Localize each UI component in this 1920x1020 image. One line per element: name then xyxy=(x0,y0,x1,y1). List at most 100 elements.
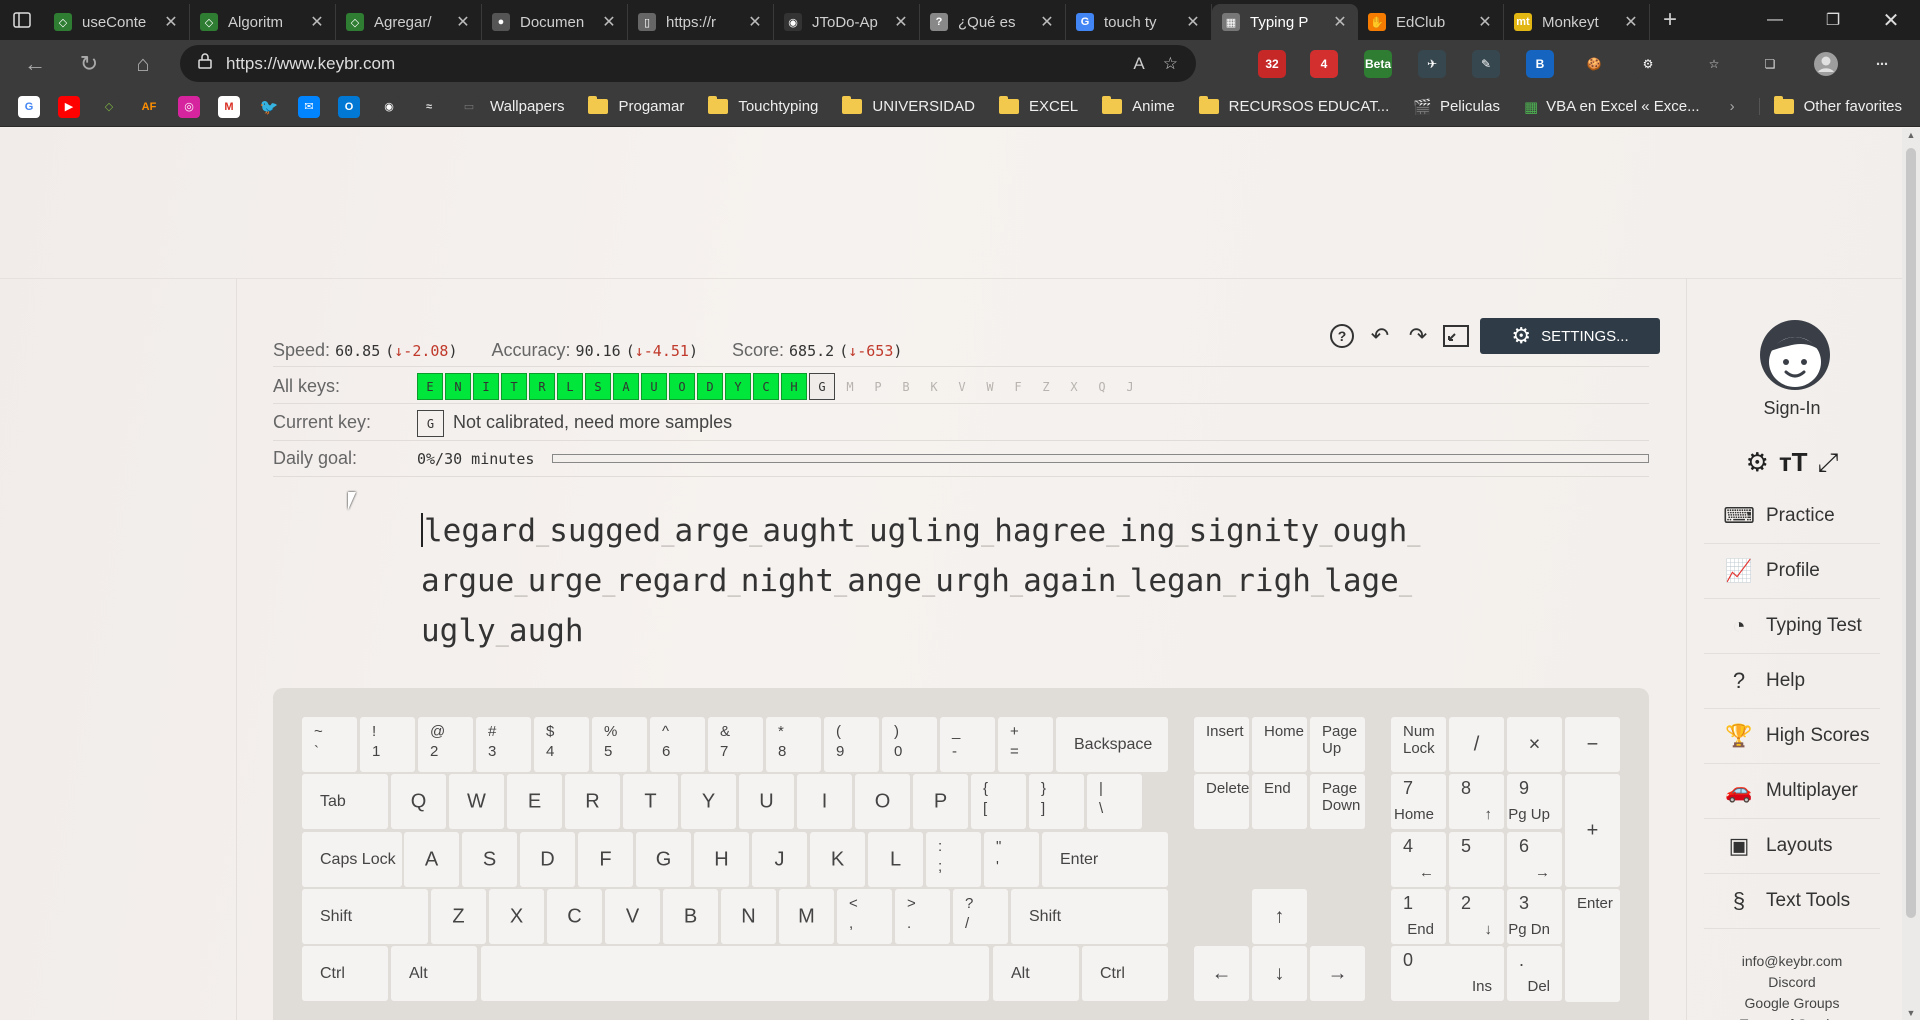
tab-close-icon[interactable]: ✕ xyxy=(163,12,179,32)
key-row1[interactable]: ! 1 xyxy=(360,717,415,772)
refresh-icon[interactable]: ↻ xyxy=(62,40,116,87)
bookmark-vba[interactable]: ▦ VBA en Excel « Exce... xyxy=(1524,98,1700,116)
key-k[interactable]: K xyxy=(810,832,865,887)
key-shift-left[interactable]: Shift xyxy=(302,889,428,944)
key-arrow-right[interactable]: → xyxy=(1310,946,1365,1001)
extension-icon[interactable]: B xyxy=(1526,50,1554,78)
messenger-icon[interactable]: ✉ xyxy=(298,95,320,118)
extension-icon[interactable]: ⚙ xyxy=(1634,50,1662,78)
bookmark-peliculas[interactable]: 🎬 Peliculas xyxy=(1413,98,1500,116)
browser-tab[interactable]: ◇ useConte ✕ xyxy=(44,4,190,40)
font-size-icon[interactable]: тT xyxy=(1779,447,1808,479)
key-w[interactable]: W xyxy=(449,774,504,829)
scroll-down-icon[interactable]: ▼ xyxy=(1902,1008,1920,1018)
theme-gear-icon[interactable]: ⚙ xyxy=(1746,447,1769,479)
key-x[interactable]: X xyxy=(489,889,544,944)
bookmark-folder-universidad[interactable]: UNIVERSIDAD xyxy=(842,96,975,115)
key-b[interactable]: B xyxy=(663,889,718,944)
bookmark-folder-touchtyping[interactable]: Touchtyping xyxy=(708,96,818,115)
key-nav[interactable]: End xyxy=(1252,774,1307,829)
google-icon[interactable]: G xyxy=(18,95,40,118)
key-numpad[interactable]: 9 Pg Up xyxy=(1507,774,1562,829)
key-row4-sym[interactable]: ? / xyxy=(953,889,1008,944)
key-caps-lock[interactable]: Caps Lock xyxy=(302,832,402,887)
key-row1[interactable]: @2 xyxy=(418,717,473,772)
key-q[interactable]: Q xyxy=(391,774,446,829)
bookmark-green-icon[interactable]: ◇ xyxy=(98,95,120,118)
nav-item-practice[interactable]: ⌨ Practice xyxy=(1704,489,1880,544)
key-numpad[interactable]: 0 Ins xyxy=(1391,946,1504,1001)
key-alt-left[interactable]: Alt xyxy=(391,946,477,1001)
key-row1[interactable]: % 5 xyxy=(592,717,647,772)
browser-tab[interactable]: ? ¿Qué es ✕ xyxy=(920,4,1066,40)
key-row4-sym[interactable]: >. xyxy=(895,889,950,944)
key-row1[interactable]: + = xyxy=(998,717,1053,772)
key-numpad[interactable]: 1 End xyxy=(1391,889,1446,944)
lock-icon[interactable] xyxy=(198,53,212,74)
restore-icon[interactable]: ❐ xyxy=(1804,0,1862,40)
tab-close-icon[interactable]: ✕ xyxy=(455,12,471,32)
key-numpad[interactable]: 5 xyxy=(1449,832,1504,887)
scrollbar-thumb[interactable] xyxy=(1906,148,1916,918)
extension-icon[interactable]: ✎ xyxy=(1472,50,1500,78)
tab-close-icon[interactable]: ✕ xyxy=(1039,12,1055,32)
key-y[interactable]: Y xyxy=(681,774,736,829)
undo-icon[interactable]: ↶ xyxy=(1366,322,1394,350)
key-row1[interactable]: & 7 xyxy=(708,717,763,772)
instagram-icon[interactable]: ◎ xyxy=(178,95,200,118)
key-v[interactable]: V xyxy=(605,889,660,944)
key-tab[interactable]: Tab xyxy=(302,774,388,829)
settings-button[interactable]: ⚙ SETTINGS... xyxy=(1480,318,1660,354)
key-shift-right[interactable]: Shift xyxy=(1011,889,1168,944)
key-ctrl-right[interactable]: Ctrl xyxy=(1082,946,1168,1001)
browser-tab[interactable]: ● Documen ✕ xyxy=(482,4,628,40)
key-row1[interactable]: (9 xyxy=(824,717,879,772)
fullscreen-icon[interactable] xyxy=(1442,322,1470,350)
lesson-text[interactable]: legard_sugged_arge_aught_ugling_hagree_i… xyxy=(421,508,1441,658)
browser-tab[interactable]: ▯ https://r ✕ xyxy=(628,4,774,40)
bookmark-folder-recursos[interactable]: RECURSOS EDUCAT... xyxy=(1198,96,1389,115)
bookmark-folder-anime[interactable]: Anime xyxy=(1102,96,1175,115)
favorites-icon[interactable]: ☆ xyxy=(1700,50,1728,78)
key-num-divide[interactable]: / xyxy=(1449,717,1504,772)
key-row3-sym[interactable]: :; xyxy=(926,832,981,887)
expand-icon[interactable]: ⤢ xyxy=(1818,447,1839,479)
extension-icon[interactable]: 4 xyxy=(1310,50,1338,78)
browser-tab[interactable]: Gtouch ty ✕ xyxy=(1066,4,1212,40)
key-num-add[interactable]: + xyxy=(1565,774,1620,887)
bookmark-folder-progamar[interactable]: Progamar xyxy=(588,96,684,115)
key-nav[interactable]: Delete xyxy=(1194,774,1249,829)
key-s[interactable]: S xyxy=(462,832,517,887)
key-nav[interactable]: Home xyxy=(1252,717,1307,772)
key-numpad[interactable]: 8 ↑ xyxy=(1449,774,1504,829)
tab-close-icon[interactable]: ✕ xyxy=(1185,12,1201,32)
key-nav[interactable]: Insert xyxy=(1194,717,1249,772)
key-row2-sym[interactable]: | \ xyxy=(1087,774,1142,829)
key-numlock[interactable]: Num Lock xyxy=(1391,717,1446,772)
collections-icon[interactable]: ❏ xyxy=(1756,50,1784,78)
browser-tab[interactable]: ◉ JToDo-Ap ✕ xyxy=(774,4,920,40)
tab-close-icon[interactable]: ✕ xyxy=(1332,12,1348,32)
key-c[interactable]: C xyxy=(547,889,602,944)
more-menu-icon[interactable]: ⋯ xyxy=(1868,50,1896,78)
key-u[interactable]: U xyxy=(739,774,794,829)
address-bar[interactable]: https://www.keybr.com A ☆ xyxy=(180,45,1196,82)
page-scrollbar[interactable]: ▲ ▼ xyxy=(1902,128,1920,1020)
key-num-multiply[interactable]: × xyxy=(1507,717,1562,772)
nav-item-help[interactable]: ? Help xyxy=(1704,654,1880,709)
user-avatar-icon[interactable] xyxy=(1758,318,1832,392)
bookmark-wallpapers[interactable]: Wallpapers xyxy=(490,98,564,115)
github-icon[interactable]: ◉ xyxy=(378,95,400,118)
youtube-icon[interactable]: ▶ xyxy=(58,95,80,118)
footer-link[interactable]: Google Groups xyxy=(1704,993,1880,1014)
nav-item-typing-test[interactable]: ◔ Typing Test xyxy=(1704,599,1880,654)
key-row3-sym[interactable]: " ' xyxy=(984,832,1039,887)
extension-icon[interactable]: Beta xyxy=(1364,50,1392,78)
twitter-icon[interactable]: 🐦 xyxy=(258,95,280,118)
browser-tab[interactable]: ◇ Algoritm ✕ xyxy=(190,4,336,40)
footer-link[interactable]: Discord xyxy=(1704,972,1880,993)
key-space[interactable] xyxy=(481,946,989,1001)
nav-item-multiplayer[interactable]: 🚗 Multiplayer xyxy=(1704,764,1880,819)
extension-icon[interactable]: 🍪 xyxy=(1580,50,1608,78)
home-icon[interactable]: ⌂ xyxy=(116,40,170,87)
